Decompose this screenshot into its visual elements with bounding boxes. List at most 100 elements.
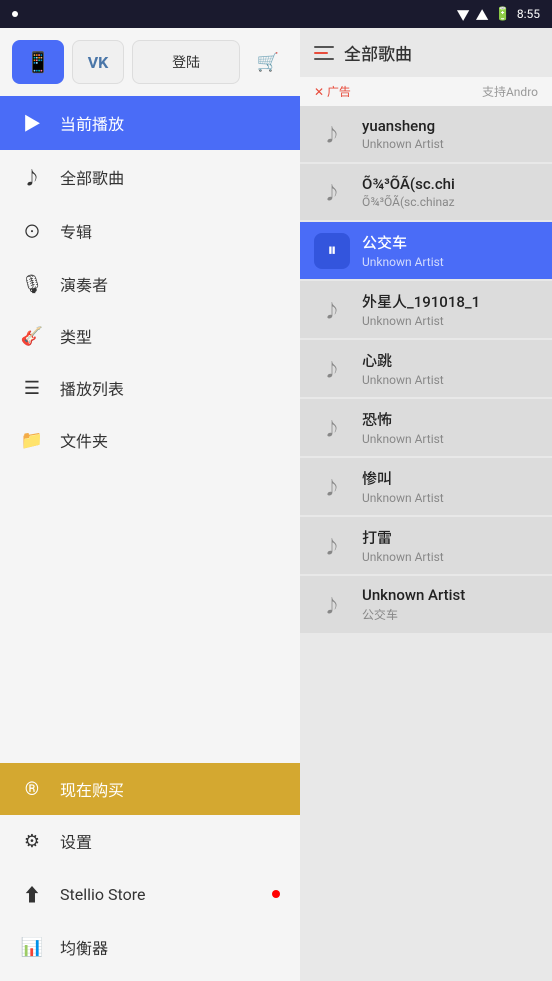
music-note-icon-2: ♪ (323, 179, 341, 205)
nav-label-all-songs: 全部歌曲 (60, 165, 124, 189)
music-note-icon-4: ♪ (323, 297, 341, 323)
song-item-2[interactable]: ♪ Õ¾³ÕÃ(sc.chi Õ¾³ÕÃ(sc.chinaz (300, 164, 552, 220)
sidebar-item-equalizer[interactable]: 📊 均衡器 (0, 921, 300, 973)
ad-support-text: 支持Andro (482, 83, 538, 100)
song-item-1[interactable]: ♪ yuansheng Unknown Artist (300, 106, 552, 162)
menu-line-1 (314, 46, 334, 48)
vk-label: VK (88, 53, 109, 72)
album-icon: ⊙ (20, 218, 44, 244)
login-label: 登陆 (172, 52, 200, 72)
nav-label-genres: 类型 (60, 324, 92, 348)
song-title-5: 心跳 (362, 350, 538, 371)
sidebar-item-artists[interactable]: 🎙 演奏者 (0, 258, 300, 310)
nav-label-now-playing: 当前播放 (60, 111, 124, 135)
song-info-3: 公交车 Unknown Artist (362, 232, 538, 269)
ad-bar: ✕ 广告 支持Andro (300, 77, 552, 106)
hamburger-menu-icon[interactable] (314, 46, 334, 60)
song-artist-7: Unknown Artist (362, 491, 538, 505)
sidebar: 📱 VK 登陆 🛒 ▶ 当前播放 ♪ 全部歌曲 ⊙ 专辑 (0, 28, 300, 981)
song-item-6[interactable]: ♪ 恐怖 Unknown Artist (300, 399, 552, 456)
right-panel: 全部歌曲 ✕ 广告 支持Andro ♪ yuansheng Unknown Ar… (300, 28, 552, 981)
song-item-4[interactable]: ♪ 外星人_191018_1 Unknown Artist (300, 281, 552, 338)
time-display: 8:55 (517, 7, 540, 21)
song-info-4: 外星人_191018_1 Unknown Artist (362, 291, 538, 328)
store-notification-dot (272, 890, 280, 898)
right-header: 全部歌曲 (300, 28, 552, 77)
music-icon-nav: ♪ (20, 164, 44, 190)
store-icon: ⬆ (20, 881, 44, 907)
music-note-icon-6: ♪ (323, 415, 341, 441)
status-bar: ▼ ▲ 🔋 8:55 (0, 0, 552, 28)
song-item-3[interactable]: ⏸ 公交车 Unknown Artist (300, 222, 552, 279)
sidebar-item-folders[interactable]: 📁 文件夹 (0, 414, 300, 466)
song-artist-5: Unknown Artist (362, 373, 538, 387)
folder-icon: 📁 (20, 430, 44, 451)
genre-icon: 🎸 (20, 326, 44, 347)
song-icon-4: ♪ (314, 292, 350, 328)
music-note-icon-9: ♪ (323, 592, 341, 618)
store-label: Stellio Store (60, 885, 145, 904)
nav-label-albums: 专辑 (60, 219, 92, 243)
login-button[interactable]: 登陆 (132, 40, 240, 84)
song-icon-1: ♪ (314, 116, 350, 152)
equalizer-icon: 📊 (20, 937, 44, 958)
music-note-icon-5: ♪ (323, 356, 341, 382)
music-note-icon-1: ♪ (323, 121, 341, 147)
equalizer-label: 均衡器 (60, 935, 108, 959)
settings-label: 设置 (60, 829, 92, 853)
right-panel-title: 全部歌曲 (344, 40, 412, 65)
song-title-4: 外星人_191018_1 (362, 291, 538, 312)
menu-line-2 (314, 52, 328, 54)
song-item-7[interactable]: ♪ 惨叫 Unknown Artist (300, 458, 552, 515)
sidebar-item-albums[interactable]: ⊙ 专辑 (0, 204, 300, 258)
settings-icon: ⚙ (20, 831, 44, 852)
song-info-7: 惨叫 Unknown Artist (362, 468, 538, 505)
song-icon-5: ♪ (314, 351, 350, 387)
song-title-6: 恐怖 (362, 409, 538, 430)
pause-icon: ⏸ (328, 240, 337, 261)
sidebar-item-all-songs[interactable]: ♪ 全部歌曲 (0, 150, 300, 204)
sidebar-item-store[interactable]: ⬆ Stellio Store (0, 867, 300, 921)
song-info-8: 打雷 Unknown Artist (362, 527, 538, 564)
status-dot (12, 11, 18, 17)
music-note-icon-7: ♪ (323, 474, 341, 500)
sidebar-bottom: ⚙ 设置 ⬆ Stellio Store 📊 均衡器 (0, 815, 300, 981)
song-item-9[interactable]: ♪ Unknown Artist 公交车 (300, 576, 552, 633)
song-icon-8: ♪ (314, 528, 350, 564)
song-info-6: 恐怖 Unknown Artist (362, 409, 538, 446)
menu-line-3 (314, 58, 334, 60)
signal-icon: ▲ (476, 5, 489, 24)
sidebar-item-playlists[interactable]: ☰ 播放列表 (0, 362, 300, 414)
device-button[interactable]: 📱 (12, 40, 64, 84)
buy-now-button[interactable]: ® 现在购买 (0, 763, 300, 815)
sidebar-item-genres[interactable]: 🎸 类型 (0, 310, 300, 362)
playlist-icon: ☰ (20, 378, 44, 399)
song-title-2: Õ¾³ÕÃ(sc.chi (362, 175, 538, 193)
buy-icon: ® (20, 779, 44, 800)
buy-now-label: 现在购买 (60, 777, 124, 801)
wifi-icon: ▼ (457, 5, 470, 24)
vk-button[interactable]: VK (72, 40, 124, 84)
cart-button[interactable]: 🛒 (248, 40, 288, 84)
song-item-8[interactable]: ♪ 打雷 Unknown Artist (300, 517, 552, 574)
song-artist-6: Unknown Artist (362, 432, 538, 446)
song-icon-7: ♪ (314, 469, 350, 505)
song-title-7: 惨叫 (362, 468, 538, 489)
song-artist-8: Unknown Artist (362, 550, 538, 564)
song-artist-3: Unknown Artist (362, 255, 538, 269)
song-info-9: Unknown Artist 公交车 (362, 586, 538, 623)
song-title-8: 打雷 (362, 527, 538, 548)
cart-icon: 🛒 (257, 52, 279, 73)
song-icon-2: ♪ (314, 174, 350, 210)
sidebar-top: 📱 VK 登陆 🛒 (0, 28, 300, 96)
sidebar-item-now-playing[interactable]: ▶ 当前播放 (0, 96, 300, 150)
sidebar-item-settings[interactable]: ⚙ 设置 (0, 815, 300, 867)
device-icon: 📱 (26, 50, 51, 74)
song-title-9: Unknown Artist (362, 586, 538, 604)
song-title-1: yuansheng (362, 117, 538, 135)
ad-close-icon[interactable]: ✕ 广告 (314, 83, 351, 100)
song-icon-3: ⏸ (314, 233, 350, 269)
battery-icon: 🔋 (495, 7, 511, 22)
song-artist-1: Unknown Artist (362, 137, 538, 151)
song-item-5[interactable]: ♪ 心跳 Unknown Artist (300, 340, 552, 397)
